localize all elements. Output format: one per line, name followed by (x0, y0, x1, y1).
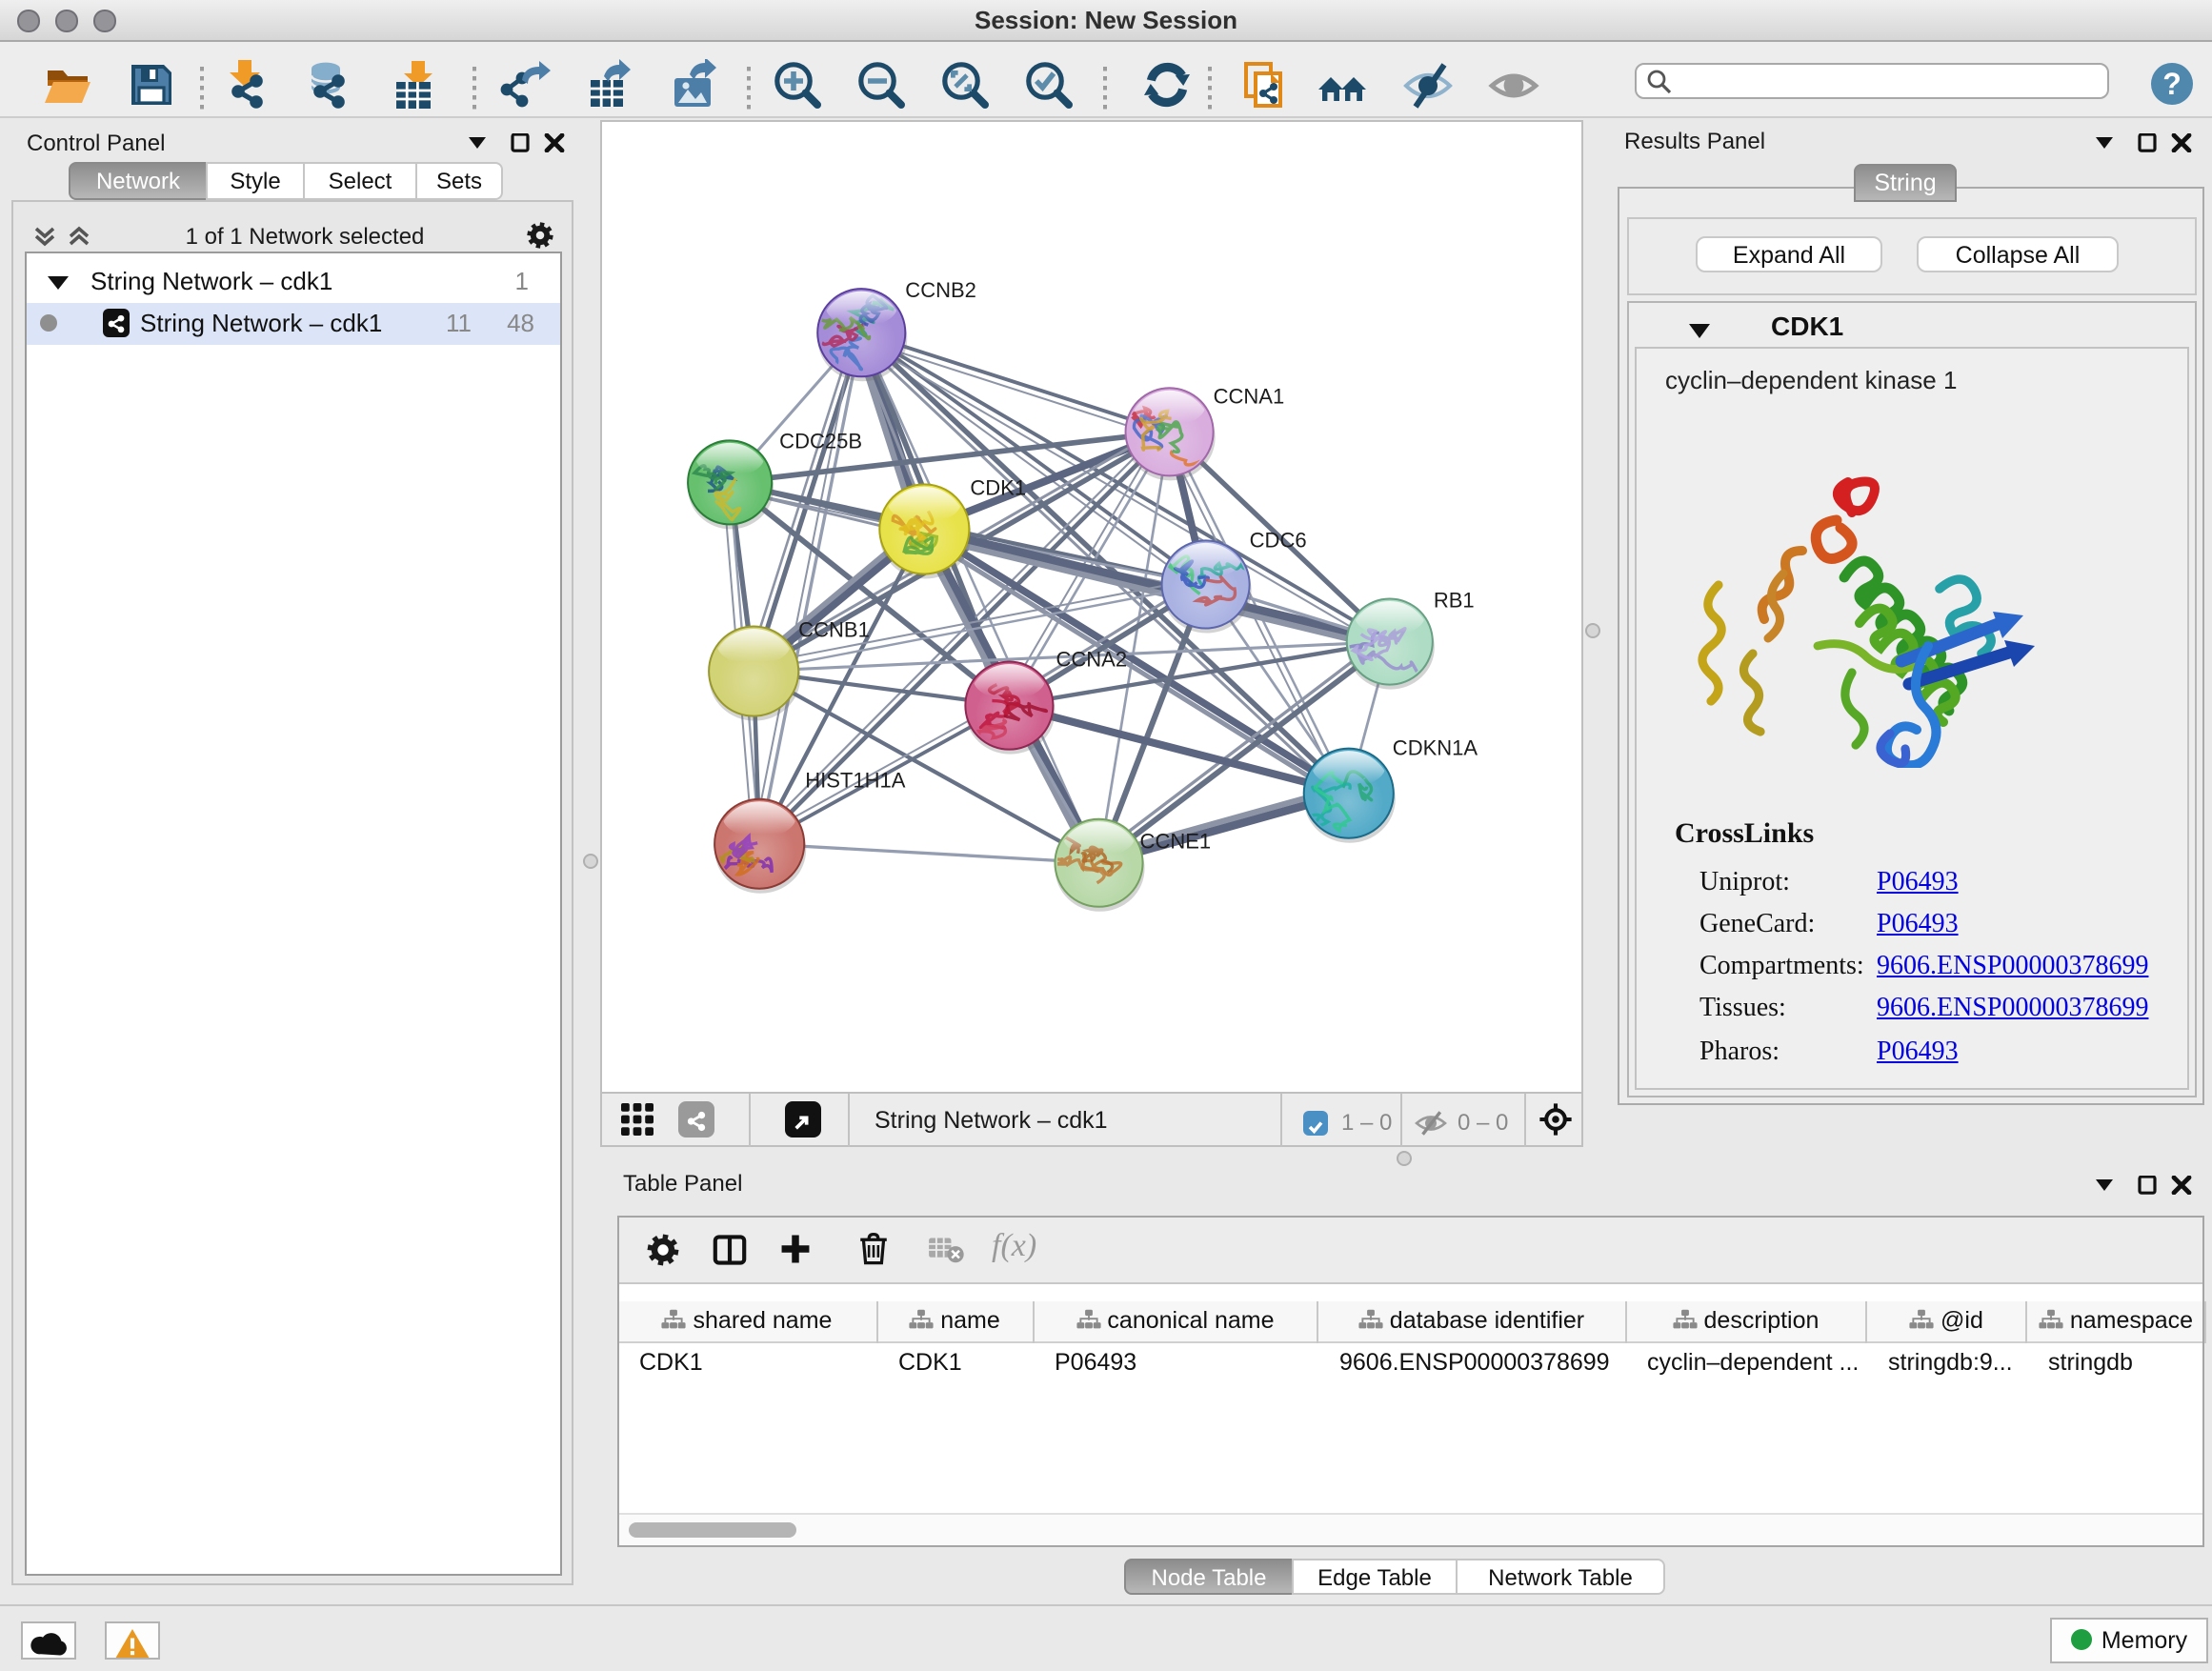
svg-text:CDK1: CDK1 (970, 475, 1026, 499)
svg-text:CCNB2: CCNB2 (905, 278, 976, 302)
svg-text:CCNB1: CCNB1 (798, 618, 870, 642)
svg-text:?: ? (2162, 67, 2182, 101)
svg-text:CCNA2: CCNA2 (1056, 648, 1127, 672)
svg-text:CCNE1: CCNE1 (1140, 830, 1212, 854)
svg-text:RB1: RB1 (1434, 588, 1475, 612)
svg-text:CDKN1A: CDKN1A (1393, 736, 1478, 760)
svg-text:HIST1H1A: HIST1H1A (805, 769, 906, 793)
svg-text:CCNA1: CCNA1 (1214, 384, 1285, 408)
svg-text:CDC25B: CDC25B (779, 429, 862, 453)
svg-text:CDC6: CDC6 (1250, 528, 1307, 552)
